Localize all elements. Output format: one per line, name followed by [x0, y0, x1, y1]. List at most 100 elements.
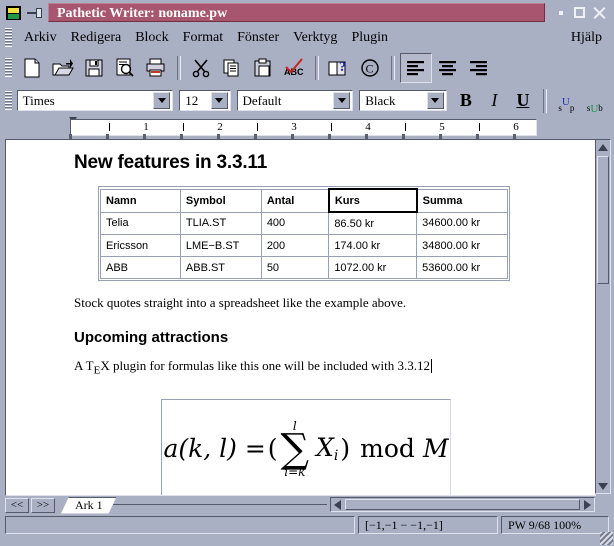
sheet-tab-ark-1[interactable]: Ark 1: [61, 497, 117, 514]
scroll-left-button[interactable]: [331, 498, 344, 511]
window-menu-button[interactable]: [4, 4, 23, 22]
close-button[interactable]: [591, 5, 606, 20]
formula-close-paren: ): [340, 434, 351, 464]
cell-symbol[interactable]: LME−B.ST: [179, 234, 262, 257]
formula-image[interactable]: a(k, l) = ( l ∑ i=k Xi ) mod M: [161, 398, 451, 495]
formula-mod: mod: [360, 434, 415, 464]
chevron-down-icon[interactable]: [333, 92, 351, 109]
column-header-kurs-selected[interactable]: Kurs: [327, 188, 418, 213]
text-color-select[interactable]: Black: [359, 90, 447, 111]
print-preview-button[interactable]: [110, 54, 140, 82]
chevron-down-icon[interactable]: [426, 92, 444, 109]
help-button[interactable]: ?: [324, 54, 354, 82]
cell-kurs[interactable]: 1072.00 kr: [328, 256, 418, 279]
embedded-spreadsheet[interactable]: Namn Symbol Antal Kurs Summa Telia TLIA.…: [98, 186, 510, 281]
font-family-select[interactable]: Times: [16, 90, 174, 111]
copy-button[interactable]: [217, 54, 247, 82]
document-page[interactable]: New features in 3.3.11 Namn Symbol Antal…: [6, 140, 595, 495]
table-row[interactable]: Telia TLIA.ST 400 86.50 kr 34600.00 kr: [100, 211, 508, 235]
menu-format[interactable]: Format: [176, 29, 230, 47]
toolbar-separator-3: [391, 55, 395, 80]
cell-symbol[interactable]: ABB.ST: [179, 256, 262, 279]
open-button[interactable]: [48, 54, 78, 82]
scissors-icon: [192, 58, 210, 77]
cell-namn[interactable]: Ericsson: [100, 234, 181, 257]
horizontal-scroll-thumb[interactable]: [345, 499, 580, 510]
column-header-summa[interactable]: Summa: [416, 188, 508, 213]
cell-kurs[interactable]: 86.50 kr: [328, 211, 418, 235]
resize-grip[interactable]: [600, 532, 613, 545]
scroll-right-button[interactable]: [581, 498, 594, 511]
pin-icon[interactable]: [26, 5, 44, 21]
align-right-button[interactable]: [464, 54, 494, 82]
minimize-button[interactable]: [553, 5, 568, 20]
align-left-button[interactable]: [400, 52, 432, 83]
about-button[interactable]: C: [355, 54, 385, 82]
cell-symbol[interactable]: TLIA.ST: [179, 211, 262, 235]
ruler[interactable]: 1 2 3 4 5 6: [70, 119, 537, 136]
menu-verktyg[interactable]: Verktyg: [286, 29, 344, 47]
stock-table[interactable]: Namn Symbol Antal Kurs Summa Telia TLIA.…: [100, 188, 508, 279]
document-canvas[interactable]: New features in 3.3.11 Namn Symbol Antal…: [5, 139, 596, 496]
vertical-scroll-thumb[interactable]: [597, 156, 609, 284]
table-row[interactable]: ABB ABB.ST 50 1072.00 kr 53600.00 kr: [100, 256, 508, 279]
menu-hjalp[interactable]: Hjälp: [564, 29, 609, 47]
formatbar-drag-grip[interactable]: [5, 91, 12, 110]
status-message: [5, 516, 355, 534]
cell-summa[interactable]: 34600.00 kr: [416, 211, 508, 235]
table-row[interactable]: Ericsson LME−B.ST 200 174.00 kr 34800.00…: [100, 234, 508, 257]
new-button[interactable]: [17, 54, 47, 82]
paste-clipboard-icon: [254, 58, 271, 76]
chevron-down-icon[interactable]: [153, 92, 171, 109]
summation: l ∑ i=k: [281, 420, 310, 478]
copyright-icon: C: [361, 58, 379, 77]
column-header-symbol[interactable]: Symbol: [179, 188, 262, 213]
subscript-button[interactable]: sUb: [581, 89, 609, 115]
printer-icon: [146, 58, 165, 76]
cell-namn[interactable]: Telia: [100, 211, 181, 235]
paragraph-style-select[interactable]: Default: [236, 90, 354, 111]
minimize-icon: [558, 10, 563, 15]
scroll-down-button[interactable]: [596, 479, 610, 493]
cell-antal[interactable]: 400: [260, 211, 330, 235]
maximize-button[interactable]: [572, 5, 587, 20]
cut-button[interactable]: [186, 54, 216, 82]
menu-plugin[interactable]: Plugin: [344, 29, 395, 47]
scroll-up-button[interactable]: [596, 140, 610, 154]
text-color-value: Black: [365, 92, 396, 108]
align-center-icon: [439, 60, 456, 75]
align-center-button[interactable]: [433, 54, 463, 82]
menu-redigera[interactable]: Redigera: [64, 29, 129, 47]
horizontal-scrollbar[interactable]: [330, 497, 595, 512]
menu-fonster[interactable]: Fönster: [230, 29, 286, 47]
menu-arkiv[interactable]: Arkiv: [17, 29, 64, 47]
chevron-down-icon[interactable]: [210, 92, 228, 109]
underline-button[interactable]: U: [510, 89, 537, 113]
column-header-namn[interactable]: Namn: [100, 188, 181, 213]
tab-next-button[interactable]: >>: [31, 497, 55, 513]
superscript-button[interactable]: sUp: [552, 89, 580, 113]
italic-button[interactable]: I: [481, 89, 508, 113]
align-right-icon: [470, 60, 487, 75]
window-title: Pathetic Writer: noname.pw: [48, 3, 545, 22]
paste-button[interactable]: [248, 54, 278, 82]
cell-summa[interactable]: 34800.00 kr: [416, 234, 508, 257]
triangle-left-icon: [334, 499, 341, 510]
print-button[interactable]: [141, 54, 171, 82]
tab-prev-button[interactable]: <<: [5, 497, 29, 513]
font-size-select[interactable]: 12: [179, 90, 231, 111]
cell-antal[interactable]: 200: [260, 234, 330, 257]
cell-antal[interactable]: 50: [260, 256, 330, 279]
menu-block[interactable]: Block: [128, 29, 175, 47]
column-header-antal[interactable]: Antal: [260, 188, 330, 213]
cell-namn[interactable]: ABB: [100, 256, 181, 279]
menu-drag-grip[interactable]: [5, 28, 12, 47]
formula-open-paren: (: [267, 434, 278, 464]
bold-button[interactable]: B: [453, 89, 480, 113]
toolbar-drag-grip[interactable]: [5, 58, 12, 77]
vertical-scrollbar[interactable]: [595, 139, 611, 494]
spellcheck-button[interactable]: ABC: [279, 54, 309, 82]
cell-kurs[interactable]: 174.00 kr: [328, 234, 418, 257]
cell-summa[interactable]: 53600.00 kr: [416, 256, 508, 279]
save-button[interactable]: [79, 54, 109, 82]
